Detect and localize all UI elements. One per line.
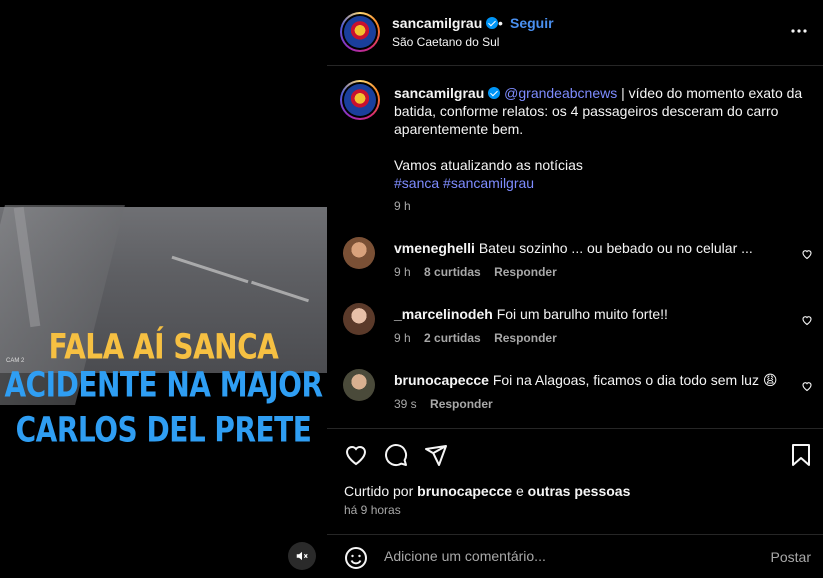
- post-media[interactable]: CAM 2 FALA AÍ SANCA ACIDENTE NA MAJOR CA…: [0, 0, 327, 578]
- comment-body: Foi na Alagoas, ficamos o dia todo sem l…: [492, 372, 778, 388]
- comment-text: brunocapecce Foi na Alagoas, ficamos o d…: [394, 372, 777, 389]
- headline-line-1: FALA AÍ SANCA: [48, 325, 279, 368]
- author-username[interactable]: sancamilgrau: [392, 15, 499, 31]
- comment-username[interactable]: _marcelinodeh: [394, 306, 493, 322]
- comment-like-icon[interactable]: [801, 248, 813, 260]
- location-link[interactable]: São Caetano do Sul: [392, 35, 499, 49]
- speaker-muted-icon: [296, 551, 308, 561]
- comment-meta: 9 h 2 curtidas Responder: [394, 331, 567, 345]
- comment-like-icon[interactable]: [801, 314, 813, 326]
- comment-reply-button[interactable]: Responder: [494, 331, 557, 345]
- mute-button[interactable]: [288, 542, 316, 570]
- comment-avatar[interactable]: [343, 303, 375, 335]
- comment-item: vmeneghelli Bateu sozinho ... ou bebado …: [327, 236, 823, 286]
- caption-mention[interactable]: @grandeabcnews: [504, 85, 617, 101]
- verified-icon: [486, 17, 499, 29]
- liked-by-user[interactable]: brunocapecce: [417, 483, 512, 499]
- post-panel: sancamilgrau • Seguir São Caetano do Sul…: [327, 0, 823, 578]
- comment-time: 9 h: [394, 265, 411, 279]
- emoji-icon[interactable]: [344, 546, 368, 570]
- caption-avatar[interactable]: [340, 80, 380, 120]
- post-time: há 9 horas: [344, 503, 401, 517]
- add-comment-input[interactable]: [384, 548, 754, 564]
- comment-text: _marcelinodeh Foi um barulho muito forte…: [394, 306, 668, 322]
- comment-meta: 9 h 8 curtidas Responder: [394, 265, 567, 279]
- caption-hashtags[interactable]: #sanca #sancamilgrau: [394, 175, 534, 191]
- follow-button[interactable]: Seguir: [510, 15, 554, 31]
- comment-reply-button[interactable]: Responder: [494, 265, 557, 279]
- post-comment-button[interactable]: Postar: [771, 549, 811, 565]
- add-comment-bar: Postar: [327, 534, 823, 578]
- headline-line-2: ACIDENTE NA MAJOR: [4, 363, 323, 406]
- bookmark-icon[interactable]: [790, 443, 812, 467]
- comment-meta: 39 s Responder: [394, 397, 503, 411]
- verified-icon: [488, 87, 501, 99]
- comment-item: brunocapecce Foi na Alagoas, ficamos o d…: [327, 368, 823, 418]
- comment-time: 39 s: [394, 397, 417, 411]
- share-icon[interactable]: [424, 443, 448, 467]
- caption-username[interactable]: sancamilgrau: [394, 85, 484, 101]
- comment-body: Foi um barulho muito forte!!: [496, 306, 668, 322]
- heart-icon[interactable]: [344, 443, 368, 467]
- author-username-text[interactable]: sancamilgrau: [392, 15, 482, 31]
- comment-avatar[interactable]: [343, 237, 375, 269]
- comment-likes[interactable]: 8 curtidas: [424, 265, 481, 279]
- post-header: sancamilgrau • Seguir São Caetano do Sul: [327, 0, 823, 66]
- comment-time: 9 h: [394, 331, 411, 345]
- liked-by-prefix: Curtido por: [344, 483, 414, 499]
- more-options-icon[interactable]: [791, 20, 807, 38]
- comment-username[interactable]: brunocapecce: [394, 372, 489, 388]
- author-avatar[interactable]: [340, 12, 380, 52]
- action-bar: [327, 428, 823, 478]
- comment-icon[interactable]: [384, 443, 408, 467]
- comment-body: Bateu sozinho ... ou bebado ou no celula…: [478, 240, 753, 256]
- comment-likes[interactable]: 2 curtidas: [424, 331, 481, 345]
- liked-by: Curtido por brunocapecce e outras pessoa…: [344, 483, 630, 499]
- liked-by-mid: e: [515, 483, 524, 499]
- comment-username[interactable]: vmeneghelli: [394, 240, 475, 256]
- liked-by-others[interactable]: outras pessoas: [528, 483, 631, 499]
- headline-line-3: CARLOS DEL PRETE: [15, 408, 312, 451]
- caption-text: sancamilgrau @grandeabcnews | vídeo do m…: [394, 84, 804, 138]
- caption-time: 9 h: [394, 199, 411, 213]
- comment-reply-button[interactable]: Responder: [430, 397, 493, 411]
- caption-body-2: Vamos atualizando as notícias: [394, 157, 583, 173]
- comment-text: vmeneghelli Bateu sozinho ... ou bebado …: [394, 240, 753, 256]
- comment-avatar[interactable]: [343, 369, 375, 401]
- separator-dot: •: [498, 15, 503, 31]
- comment-item: _marcelinodeh Foi um barulho muito forte…: [327, 302, 823, 352]
- comment-like-icon[interactable]: [801, 380, 813, 392]
